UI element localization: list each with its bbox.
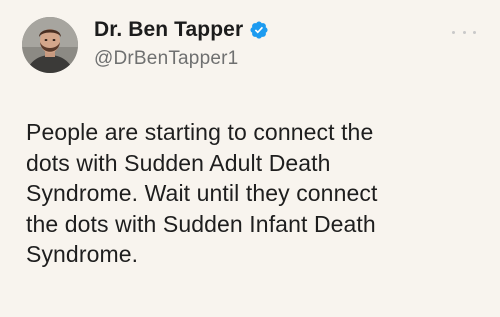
more-options-icon[interactable] (452, 28, 476, 36)
avatar[interactable] (22, 17, 78, 73)
tweet-text: People are starting to connect the dots … (26, 117, 486, 270)
name-row: Dr. Ben Tapper (94, 16, 454, 44)
user-handle[interactable]: @DrBenTapper1 (94, 48, 454, 70)
tweet-text-line: Syndrome. Wait until they connect (26, 180, 378, 206)
tweet-text-line: Syndrome. (26, 241, 139, 267)
avatar-photo-icon (22, 17, 78, 73)
display-name[interactable]: Dr. Ben Tapper (94, 18, 243, 42)
tweet-text-line: People are starting to connect the (26, 119, 374, 145)
tweet-text-line: the dots with Sudden Infant Death (26, 210, 376, 237)
author-block: Dr. Ben Tapper @DrBenTapper1 (94, 16, 454, 70)
tweet-text-line: dots with Sudden Adult Death (26, 149, 331, 176)
verified-badge-icon (249, 20, 269, 40)
tweet-card: Dr. Ben Tapper @DrBenTapper1 People are … (0, 0, 500, 317)
